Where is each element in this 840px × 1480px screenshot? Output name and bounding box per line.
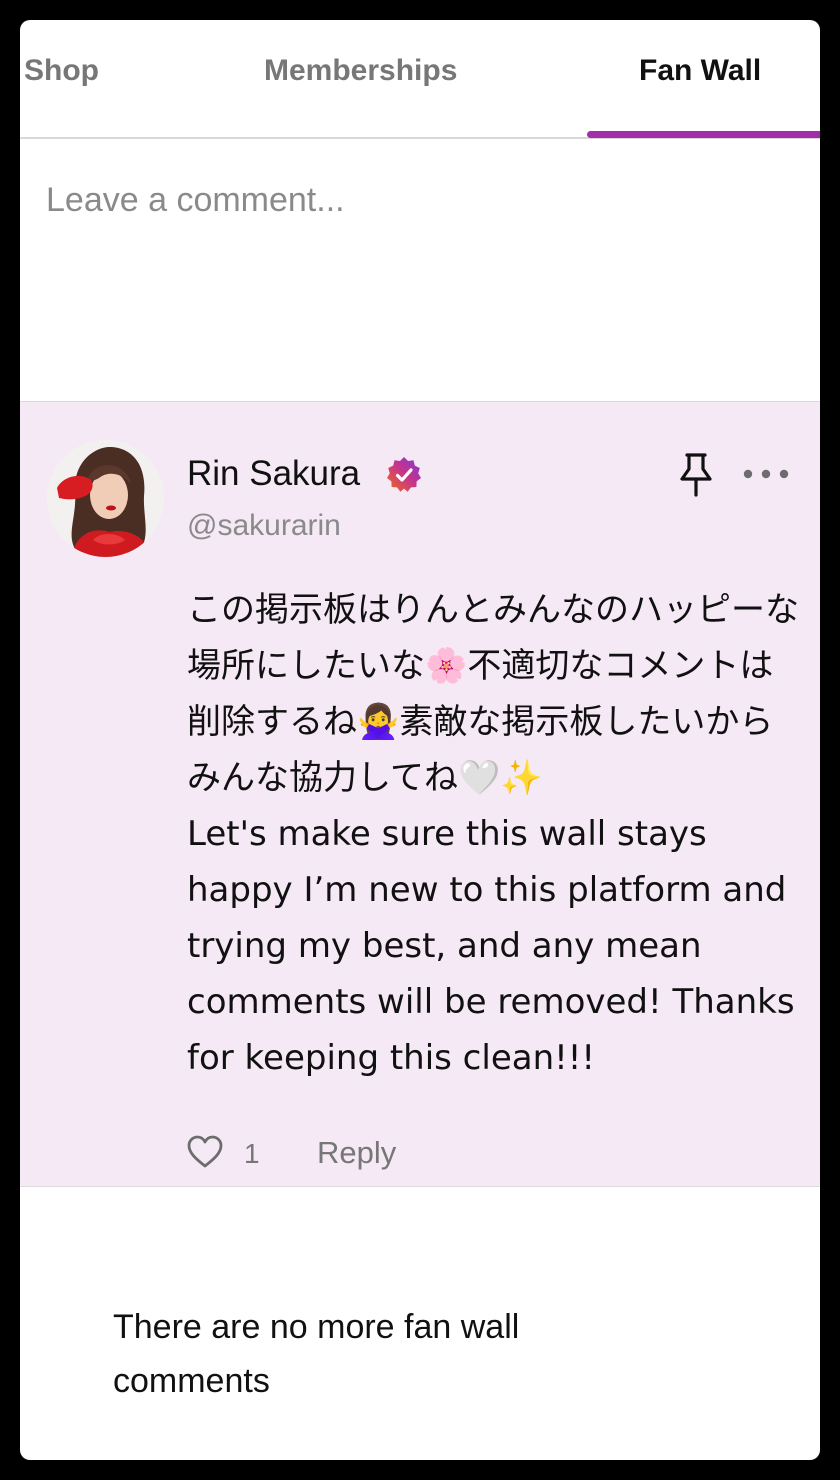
avatar[interactable] — [47, 440, 164, 557]
post-body: この掲示板はりんとみんなのハッピーな場所にしたいな🌸不適切なコメントは削除するね… — [187, 590, 799, 1078]
pinned-post: Rin Sakura @sakurarin この掲示板はりんとみんなのハッピーな… — [20, 401, 820, 1187]
author-handle[interactable]: @sakurarin — [187, 509, 341, 543]
pin-icon[interactable] — [676, 452, 716, 498]
tab-fan-wall[interactable]: Fan Wall — [639, 54, 761, 88]
avatar-image — [47, 440, 164, 557]
app-frame: Shop Memberships Fan Wall Leave a commen… — [20, 20, 820, 1460]
reply-button[interactable]: Reply — [317, 1135, 396, 1171]
comment-composer — [20, 141, 820, 401]
active-tab-indicator — [587, 131, 820, 138]
like-count: 1 — [244, 1138, 260, 1169]
verified-badge-icon — [387, 457, 421, 492]
comment-input[interactable] — [46, 181, 786, 361]
tab-shop[interactable]: Shop — [24, 54, 99, 88]
more-horizontal-icon[interactable] — [742, 462, 790, 486]
empty-state-message: There are no more fan wall comments — [113, 1308, 520, 1400]
tab-memberships[interactable]: Memberships — [264, 54, 457, 88]
heart-icon[interactable] — [187, 1135, 223, 1169]
author-name[interactable]: Rin Sakura — [187, 454, 360, 494]
tab-bar: Shop Memberships Fan Wall — [20, 20, 820, 139]
